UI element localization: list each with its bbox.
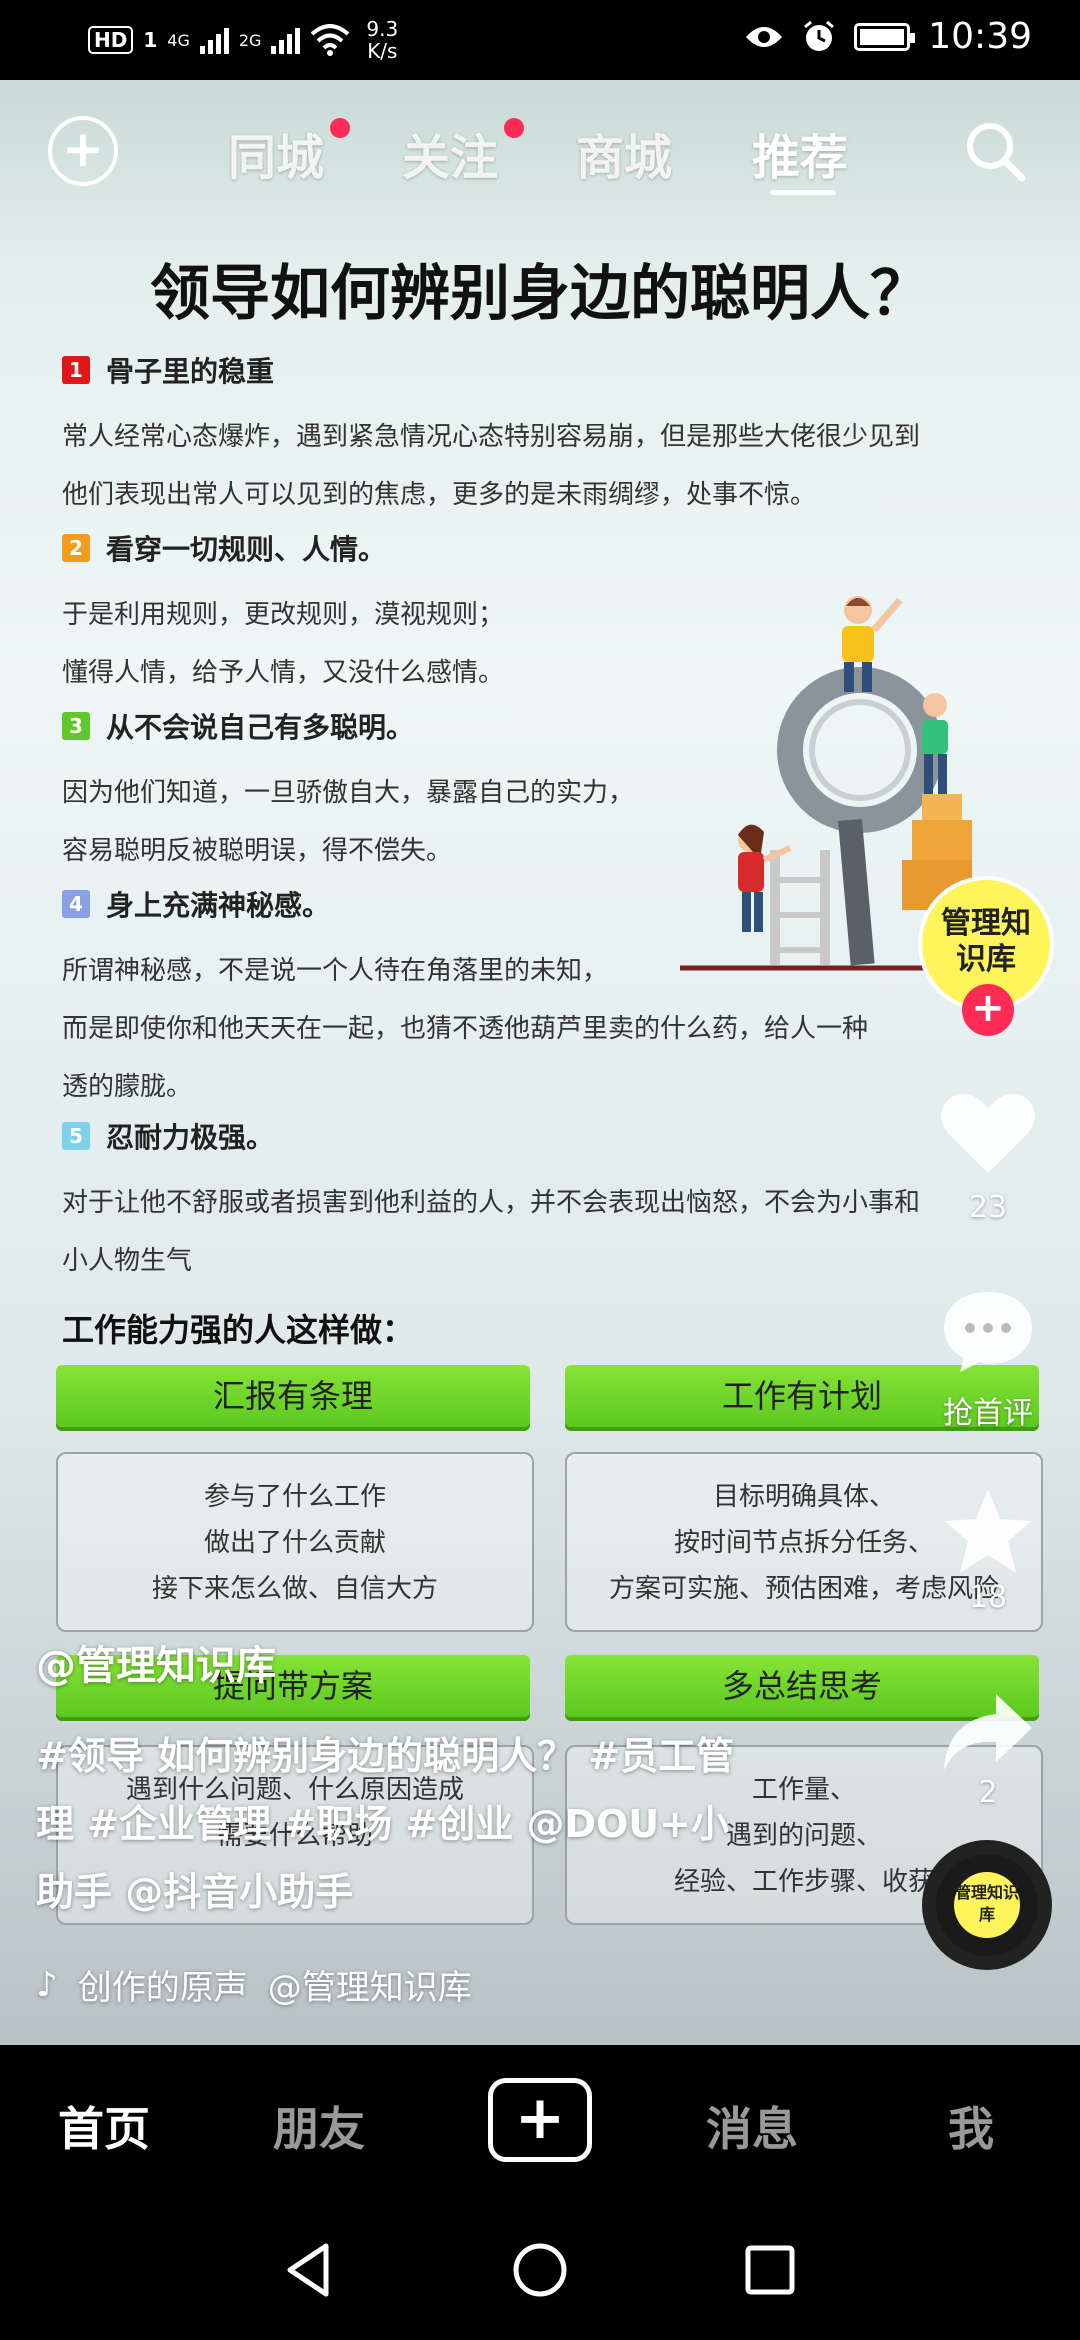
section-line: 而是即使你和他天天在一起，也猜不透他葫芦里卖的什么药，给人一种 [62, 1014, 869, 1044]
network-type-1: 4G [167, 30, 190, 50]
disc-label: 管理知识库 [954, 1872, 1020, 1938]
tab-tuijian[interactable]: 推荐 [752, 118, 848, 188]
search-icon[interactable] [960, 116, 1030, 186]
active-tab-indicator [770, 190, 836, 195]
section-number-badge: 4 [62, 890, 90, 918]
poster-section-1: 1 骨子里的稳重常人经常心态爆炸，遇到紧急情况心态特别容易崩，但是那些大佬很少见到… [62, 350, 1022, 524]
section-number-badge: 1 [62, 356, 90, 384]
section-number-badge: 5 [62, 1122, 90, 1150]
home-icon[interactable] [510, 2240, 570, 2300]
share-icon[interactable] [940, 1690, 1036, 1774]
section-heading-text: 从不会说自己有多聪明。 [106, 711, 415, 744]
signal-icon [271, 26, 301, 54]
network-speed: 9.3 K/s [366, 17, 399, 63]
card-line: 参与了什么工作 [203, 1482, 386, 1512]
section-heading-text: 身上充满神秘感。 [106, 889, 331, 922]
comment-label: 抢首评 [943, 1396, 1033, 1431]
notification-dot [504, 118, 525, 138]
eye-icon [746, 26, 783, 47]
share-count: 2 [978, 1775, 998, 1810]
tab-friends[interactable]: 朋友 [273, 2093, 365, 2159]
card-line: 接下来怎么做、自信大方 [151, 1574, 438, 1604]
star-icon[interactable] [940, 1485, 1036, 1577]
tab-home[interactable]: 首页 [58, 2093, 150, 2159]
section-heading-text: 忍耐力极强。 [106, 1121, 275, 1154]
section-line: 他们表现出常人可以见到的焦虑，更多的是未雨绸缪，处事不惊。 [62, 480, 817, 510]
music-title: 创作的原声 [77, 1968, 248, 2008]
section-heading: 2 看穿一切规则、人情。 [62, 528, 1022, 568]
tab-tongcheng[interactable]: 同城 [228, 118, 351, 188]
add-icon[interactable]: + [48, 116, 118, 186]
tab-messages[interactable]: 消息 [706, 2093, 798, 2159]
wifi-icon [311, 24, 350, 56]
follow-button[interactable]: + [962, 984, 1014, 1036]
bottom-tab-bar: 首页 朋友 + 消息 我 [0, 2045, 1080, 2200]
music-author: @管理知识库 [267, 1968, 472, 2008]
video-player[interactable]: 领导如何辨别身边的聪明人？ 1 骨子里的稳重常人经常心态爆炸，遇到紧急情况心态特别… [0, 80, 1080, 2045]
tab-guanzhu[interactable]: 关注 [402, 118, 525, 188]
music-info[interactable]: ♪ 创作的原声 @管理知识库 [36, 1960, 472, 2009]
video-description[interactable]: #领导 如何辨别身边的聪明人？ #员工管理 #企业管理 #职场 #创业 @DOU… [36, 1722, 736, 1926]
section-heading-text: 看穿一切规则、人情。 [106, 533, 387, 566]
heart-icon[interactable] [938, 1088, 1038, 1178]
author-name[interactable]: @管理知识库 [36, 1633, 276, 1691]
poster-title: 领导如何辨别身边的聪明人？ [150, 259, 930, 329]
card-line: 做出了什么贡献 [203, 1528, 386, 1558]
section-line: 常人经常心态爆炸，遇到紧急情况心态特别容易崩，但是那些大佬很少见到 [62, 422, 921, 452]
section-line: 透的朦胧。 [62, 1072, 193, 1102]
clock: 10:39 [928, 16, 1032, 57]
tab-me[interactable]: 我 [948, 2093, 994, 2159]
network-type-2: 2G [238, 30, 262, 50]
hd-icon: HD [88, 26, 134, 54]
battery-icon [854, 22, 916, 51]
top-navigation: + 同城 关注 商城 推荐 [0, 80, 1080, 220]
work-section-title: 工作能力强的人这样做： [62, 1311, 415, 1349]
section-heading-text: 骨子里的稳重 [106, 355, 275, 388]
like-count: 23 [968, 1190, 1008, 1225]
tab-shangcheng[interactable]: 商城 [576, 118, 672, 188]
section-heading: 1 骨子里的稳重 [62, 350, 1022, 390]
section-heading: 5 忍耐力极强。 [62, 1116, 1022, 1156]
system-navigation-bar [0, 2200, 1080, 2340]
section-number-badge: 3 [62, 712, 90, 740]
status-bar: HD 1 4G 2G 9.3 K/s 10:39 [0, 0, 1080, 80]
signal-icon [199, 26, 229, 54]
music-disc[interactable]: 管理知识库 [922, 1840, 1052, 1970]
section-number-badge: 2 [62, 534, 90, 562]
alarm-icon [804, 20, 835, 51]
card-header: 汇报有条理 [56, 1365, 530, 1427]
create-button[interactable]: + [488, 2078, 592, 2162]
notification-dot [330, 118, 351, 138]
poster-section-5: 5 忍耐力极强。对于让他不舒服或者损害到他利益的人，并不会表现出恼怒，不会为小事和… [62, 1116, 1022, 1290]
music-note-icon: ♪ [36, 1964, 58, 2005]
recent-apps-icon[interactable] [740, 2240, 800, 2300]
sim-slot-label: 1 [143, 28, 158, 52]
favorite-count: 18 [968, 1580, 1008, 1615]
card-body: 参与了什么工作 做出了什么贡献接下来怎么做、自信大方 [56, 1452, 534, 1632]
section-line: 小人物生气 [62, 1246, 193, 1276]
comment-icon[interactable] [940, 1288, 1036, 1374]
back-icon[interactable] [280, 2240, 340, 2300]
section-line: 对于让他不舒服或者损害到他利益的人，并不会表现出恼怒，不会为小事和 [62, 1188, 921, 1218]
